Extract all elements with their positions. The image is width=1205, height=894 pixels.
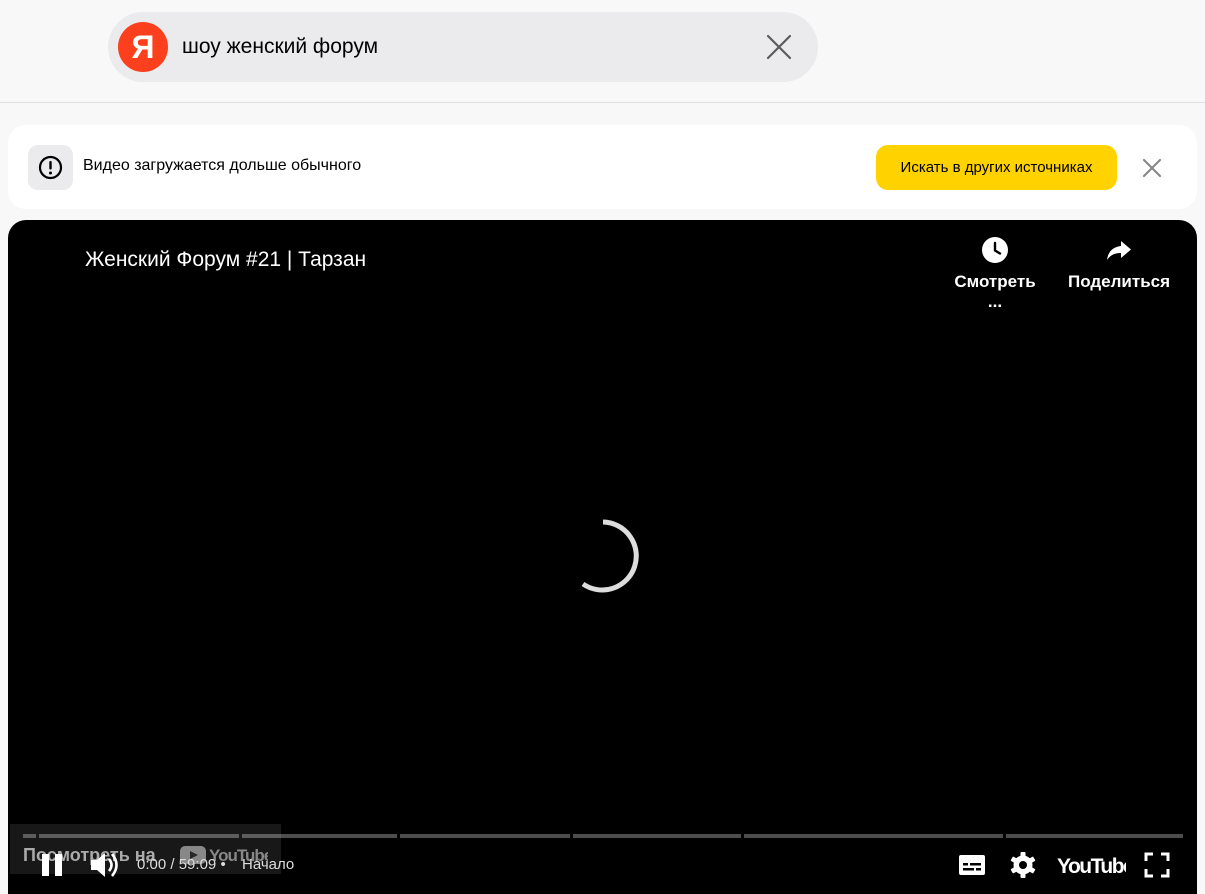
current-time: 0:00 [137, 856, 167, 873]
chapter-dot: • [220, 856, 226, 873]
pause-icon [42, 854, 62, 876]
video-title[interactable]: Женский Форум #21 | Тарзан [85, 248, 366, 272]
player-controls: 0:00 / 59:09 • Начало YouTube [8, 846, 1197, 894]
loading-spinner-icon [581, 519, 639, 593]
chapter-title[interactable]: Начало [242, 856, 294, 873]
subtitles-button[interactable] [958, 853, 986, 882]
watch-later-label: Смотреть ... [954, 272, 1036, 311]
watch-later-button[interactable]: Смотреть ... [945, 236, 1045, 312]
share-button[interactable]: Поделиться [1068, 236, 1170, 292]
settings-button[interactable] [1009, 851, 1037, 884]
volume-icon [91, 853, 118, 877]
close-icon [1142, 158, 1162, 178]
exclamation-icon [38, 155, 63, 180]
notice-icon-box [28, 145, 73, 190]
chapter-segment[interactable] [400, 834, 570, 838]
search-other-sources-button[interactable]: Искать в других источниках [876, 145, 1117, 190]
close-icon [766, 34, 792, 60]
volume-button[interactable] [88, 850, 122, 885]
svg-text:YouTube: YouTube [1057, 855, 1126, 878]
subtitles-icon [959, 855, 985, 875]
time-separator: / [170, 856, 175, 873]
search-bar: Я [108, 12, 818, 82]
notice-banner: Видео загружается дольше обычного Искать… [8, 125, 1197, 209]
clock-icon [982, 237, 1008, 263]
youtube-button[interactable]: YouTube [1056, 852, 1136, 883]
yandex-logo[interactable]: Я [118, 22, 168, 72]
pause-button[interactable] [38, 850, 66, 885]
share-icon [1107, 241, 1131, 260]
video-player[interactable]: Женский Форум #21 | Тарзан Смотреть ... … [8, 220, 1197, 894]
notice-close-button[interactable] [1141, 157, 1163, 179]
chapter-segment[interactable] [573, 834, 741, 838]
chapter-segment[interactable] [1006, 834, 1183, 838]
fullscreen-icon [1144, 852, 1170, 878]
youtube-wordmark-icon: YouTube [1057, 855, 1136, 878]
time-display: 0:00 / 59:09 • [137, 856, 226, 873]
clear-search-button[interactable] [766, 34, 792, 60]
share-label: Поделиться [1068, 272, 1171, 291]
gear-icon [1010, 852, 1036, 878]
notice-text: Видео загружается дольше обычного [83, 157, 362, 174]
chapter-segment[interactable] [242, 834, 397, 838]
progress-bar[interactable] [23, 834, 1183, 838]
search-input[interactable] [182, 32, 742, 62]
top-bar: Я [0, 0, 1205, 103]
chapter-segment[interactable] [744, 834, 1003, 838]
duration: 59:09 [178, 856, 217, 873]
fullscreen-button[interactable] [1143, 851, 1171, 884]
chapter-segment[interactable] [39, 834, 239, 838]
chapter-segment[interactable] [23, 834, 36, 838]
